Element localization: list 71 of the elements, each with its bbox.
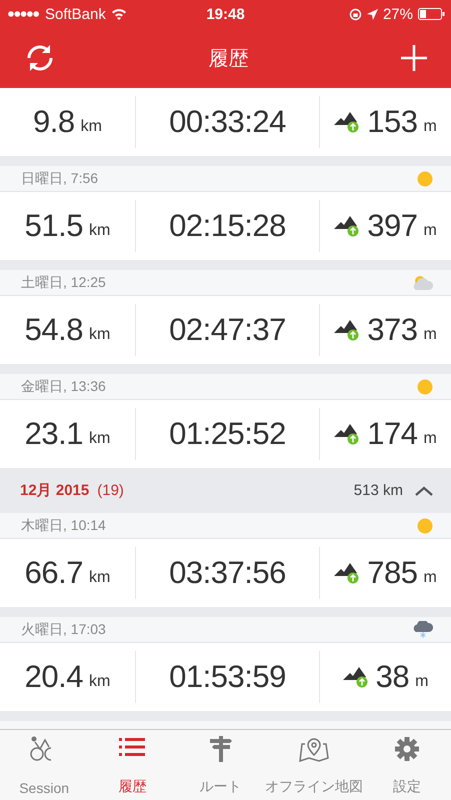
distance-unit: km	[89, 569, 110, 587]
ascent-unit: m	[423, 569, 437, 587]
distance-unit: km	[89, 673, 110, 691]
ascent-icon	[334, 111, 362, 133]
duration-value: 02:15:28	[169, 208, 286, 244]
battery-icon	[418, 8, 445, 20]
distance-unit: km	[89, 430, 110, 448]
settings-icon	[394, 736, 420, 762]
date-time: 火曜日, 17:03	[21, 620, 106, 638]
ascent-value: 373	[367, 312, 418, 348]
duration-value: 03:37:56	[169, 555, 286, 591]
distance-value: 23.1	[24, 416, 83, 452]
ascent-icon	[334, 319, 362, 341]
date-time: 日曜日, 7:56	[21, 170, 98, 188]
ascent-unit: m	[423, 326, 437, 344]
map-pin-icon	[298, 736, 329, 762]
activity-row[interactable]: 20.4 km 01:53:59 38 m	[0, 643, 451, 711]
screen-title: 履歴	[208, 46, 248, 72]
add-icon[interactable]	[401, 45, 427, 71]
list-icon	[119, 736, 146, 758]
date-time: 木曜日, 10:14	[21, 516, 106, 534]
ascent-value: 38	[376, 659, 410, 695]
distance-value: 54.8	[24, 312, 83, 348]
wifi-icon	[110, 8, 127, 20]
duration-value: 00:33:24	[169, 104, 286, 140]
carrier-name: SoftBank	[45, 6, 106, 22]
location-arrow-icon	[366, 8, 378, 20]
date-time: 金曜日, 13:36	[21, 378, 106, 396]
distance-value: 51.5	[24, 208, 83, 244]
sun-icon	[417, 170, 433, 186]
signal-icon	[8, 10, 40, 18]
sun-icon	[417, 378, 433, 394]
ascent-unit: m	[423, 222, 437, 240]
ascent-value: 785	[367, 555, 418, 591]
ascent-icon	[334, 215, 362, 237]
duration-value: 02:47:37	[169, 312, 286, 348]
tab-button[interactable]: 履歴	[88, 730, 176, 800]
battery-percent: 27%	[382, 6, 413, 22]
chevron-icon[interactable]	[415, 486, 433, 496]
distance-unit: km	[80, 118, 102, 136]
ascent-value: 153	[367, 104, 418, 140]
activity-row[interactable]: 54.8 km 02:47:37 373 m	[0, 296, 451, 364]
ascent-value: 174	[367, 416, 418, 452]
ascent-icon	[342, 666, 370, 688]
activity-row[interactable]: 9.8 km 00:33:24 153 m	[0, 88, 451, 156]
snow-cloud-icon	[413, 621, 433, 638]
cloud-sun-icon	[413, 275, 433, 290]
month-total: 513 km	[354, 482, 403, 499]
ascent-unit: m	[423, 430, 437, 448]
activity-row[interactable]: 51.5 km 02:15:28 397 m	[0, 192, 451, 260]
sun-icon	[417, 518, 433, 534]
ascent-unit: m	[423, 118, 437, 136]
ascent-value: 397	[367, 208, 418, 244]
distance-unit: km	[89, 326, 110, 344]
activity-row[interactable]: 23.1 km 01:25:52 174 m	[0, 400, 451, 468]
ascent-unit: m	[415, 673, 428, 691]
distance-value: 66.7	[24, 555, 83, 591]
distance-value: 9.8	[33, 104, 75, 140]
month-label: 12月 2015	[20, 481, 90, 500]
distance-unit: km	[89, 222, 110, 240]
distance-value: 20.4	[24, 659, 83, 695]
date-time: 土曜日, 12:25	[21, 274, 106, 292]
session-count: (19)	[97, 482, 124, 499]
duration-value: 01:25:52	[169, 416, 286, 452]
ascent-icon	[334, 562, 362, 584]
signpost-icon	[210, 736, 232, 762]
duration-value: 01:53:59	[169, 659, 286, 695]
ascent-icon	[334, 423, 362, 445]
activity-row[interactable]: 66.7 km 03:37:56 785 m	[0, 539, 451, 607]
rotation-lock-icon	[348, 8, 362, 20]
clock-time: 19:48	[206, 6, 245, 22]
